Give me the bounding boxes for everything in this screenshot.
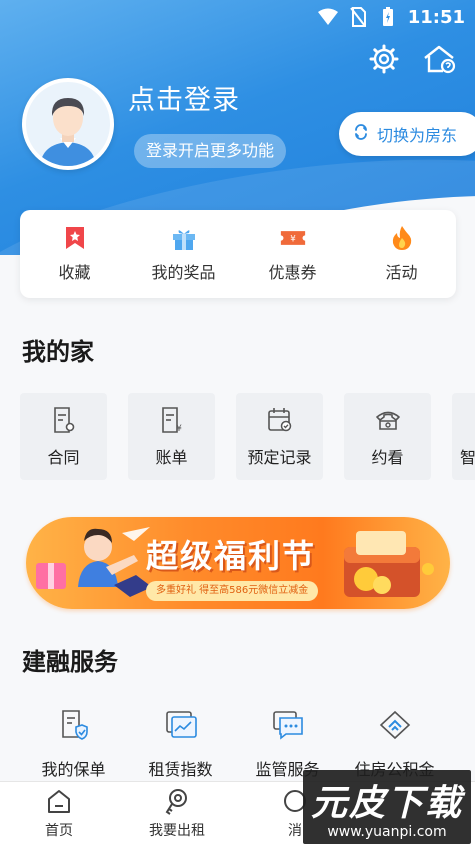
svg-text:¥: ¥ [176, 424, 182, 433]
house-service-icon[interactable] [423, 42, 457, 76]
my-home-grid: 合同 ¥ 账单 预定记录 约看 智 [20, 393, 475, 480]
status-time: 11:51 [407, 6, 465, 28]
settings-gear-icon[interactable] [367, 42, 401, 76]
quick-item-label: 优惠券 [268, 263, 317, 282]
login-prompt[interactable]: 点击登录 [128, 78, 240, 117]
service-item-rent-index[interactable]: 租赁指数 [127, 708, 234, 780]
switch-to-landlord-button[interactable]: 切换为房东 [338, 112, 475, 156]
services-title: 建融服务 [22, 648, 118, 676]
tab-home[interactable]: 首页 [0, 782, 118, 846]
flame-icon [389, 225, 415, 251]
svg-text:¥: ¥ [290, 234, 296, 244]
contract-icon [50, 406, 78, 434]
user-avatar[interactable] [22, 78, 114, 170]
quick-item-label: 我的奖品 [151, 263, 216, 282]
banner-title: 超级福利节 [146, 537, 317, 575]
promo-banner[interactable]: 超级福利节 多重好礼 得至高586元微信立减金 [26, 517, 450, 609]
switch-label: 切换为房东 [376, 126, 457, 145]
calendar-icon [266, 406, 294, 434]
home-item-label: 智 [460, 448, 475, 467]
home-item-label: 账单 [155, 447, 188, 467]
home-icon [45, 788, 73, 816]
tab-label: 首页 [45, 823, 73, 839]
home-item-reservations[interactable]: 预定记录 [236, 393, 323, 480]
status-bar: 11:51 [317, 0, 475, 34]
switch-icon [353, 124, 369, 144]
home-item-smart[interactable]: 智 [452, 393, 475, 480]
service-item-label: 我的保单 [41, 760, 106, 779]
tab-label: 我要出租 [149, 823, 205, 839]
coupon-icon: ¥ [280, 225, 306, 251]
profile-page: 11:51 点击登录 登录开启更多功能 切换为房东 收藏 我的奖品 ¥ 优惠券 … [0, 0, 475, 846]
home-item-label: 约看 [371, 447, 404, 467]
index-chart-icon [164, 708, 198, 742]
key-icon [163, 788, 191, 816]
home-item-label: 预定记录 [247, 447, 312, 467]
banner-subtitle: 多重好礼 得至高586元微信立减金 [146, 581, 319, 601]
quick-item-label: 活动 [385, 263, 418, 282]
site-watermark: 元皮下载 www.yuanpi.com [303, 770, 471, 844]
watermark-url: www.yuanpi.com [327, 824, 447, 840]
battery-charging-icon [378, 7, 398, 27]
bookmark-icon [62, 225, 88, 251]
home-item-label: 合同 [47, 447, 80, 467]
wifi-icon [317, 7, 338, 27]
service-item-policy[interactable]: 我的保单 [20, 708, 127, 780]
login-hint-pill[interactable]: 登录开启更多功能 [134, 134, 287, 168]
quick-item-label: 收藏 [58, 263, 91, 282]
tab-rent-out[interactable]: 我要出租 [118, 782, 236, 846]
home-item-viewing[interactable]: 约看 [344, 393, 431, 480]
home-item-bill[interactable]: ¥ 账单 [128, 393, 215, 480]
quick-actions-card: 收藏 我的奖品 ¥ 优惠券 活动 [20, 210, 456, 298]
tab-label: 消 [288, 823, 302, 839]
gift-icon [171, 225, 197, 251]
quick-item-favorites[interactable]: 收藏 [20, 210, 129, 298]
header-actions [367, 42, 457, 76]
quick-item-prizes[interactable]: 我的奖品 [129, 210, 238, 298]
no-sim-icon [348, 7, 368, 27]
message-icon [271, 708, 305, 742]
fund-icon [378, 708, 412, 742]
my-home-title: 我的家 [22, 338, 94, 366]
policy-icon [57, 708, 91, 742]
quick-item-activities[interactable]: 活动 [347, 210, 456, 298]
watermark-logo: 元皮下载 [310, 783, 463, 824]
home-item-contract[interactable]: 合同 [20, 393, 107, 480]
bill-icon: ¥ [158, 406, 186, 434]
service-item-label: 租赁指数 [148, 760, 213, 779]
phone-icon [374, 406, 402, 434]
quick-item-coupons[interactable]: ¥ 优惠券 [238, 210, 347, 298]
